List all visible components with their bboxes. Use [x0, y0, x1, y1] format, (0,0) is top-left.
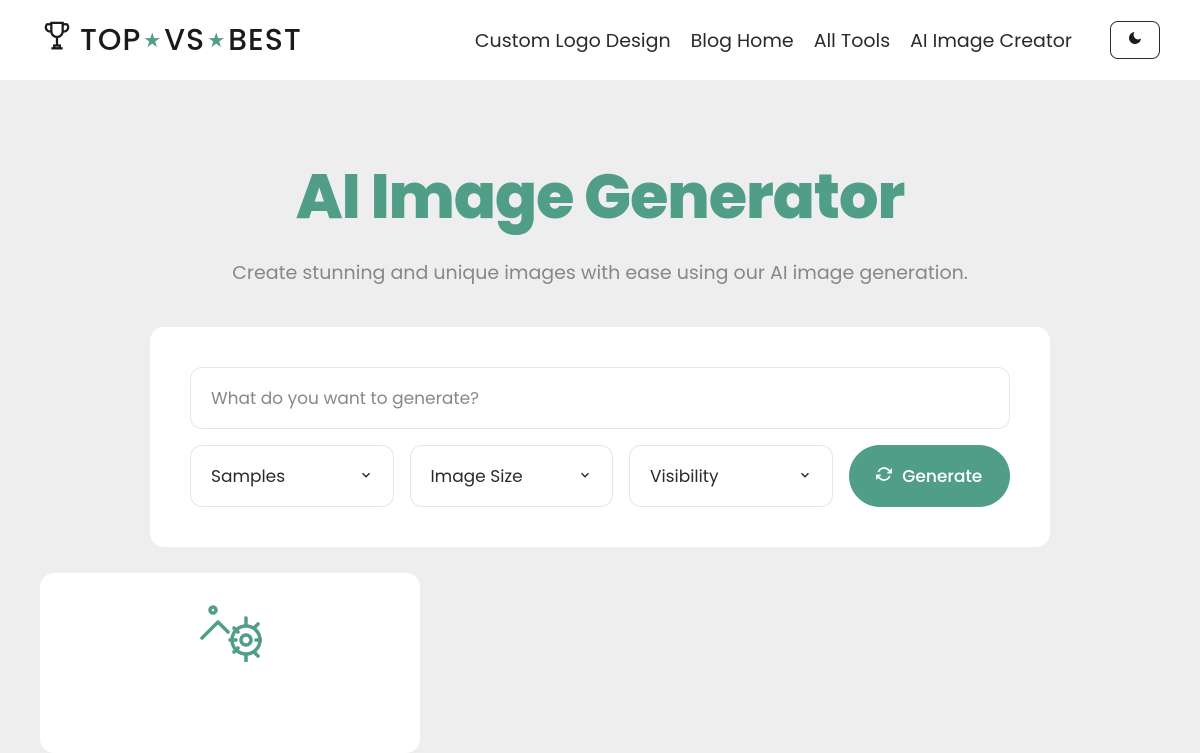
select-label: Samples	[211, 463, 285, 489]
feature-card	[40, 573, 420, 753]
select-label: Visibility	[650, 463, 719, 489]
select-label: Image Size	[431, 463, 523, 489]
chevron-down-icon	[359, 463, 373, 489]
page-subtitle: Create stunning and unique images with e…	[0, 258, 1200, 287]
chevron-down-icon	[578, 463, 592, 489]
nav-all-tools[interactable]: All Tools	[814, 26, 890, 55]
star-icon: ★	[143, 25, 162, 55]
site-logo[interactable]: TOP ★ VS ★ BEST	[40, 17, 302, 63]
refresh-icon	[876, 463, 892, 489]
page-title: AI Image Generator	[0, 150, 1200, 243]
generator-panel: Samples Image Size Visibility	[150, 327, 1050, 547]
hero-section: AI Image Generator Create stunning and u…	[0, 80, 1200, 327]
prompt-input[interactable]	[190, 367, 1010, 429]
nav-blog-home[interactable]: Blog Home	[691, 26, 794, 55]
generator-panel-wrap: Samples Image Size Visibility	[0, 327, 1200, 547]
controls-row: Samples Image Size Visibility	[190, 445, 1010, 507]
visibility-select[interactable]: Visibility	[629, 445, 833, 507]
generate-button[interactable]: Generate	[849, 445, 1011, 507]
generate-button-label: Generate	[902, 463, 982, 489]
chevron-down-icon	[798, 463, 812, 489]
star-icon: ★	[207, 25, 226, 55]
logo-text: TOP ★ VS ★ BEST	[80, 17, 302, 63]
site-header: TOP ★ VS ★ BEST Custom Logo Design Blog …	[0, 0, 1200, 80]
image-gear-icon	[198, 598, 262, 669]
nav-ai-image-creator[interactable]: AI Image Creator	[910, 26, 1072, 55]
image-size-select[interactable]: Image Size	[410, 445, 614, 507]
moon-icon	[1127, 30, 1143, 51]
main-nav: Custom Logo Design Blog Home All Tools A…	[475, 21, 1160, 59]
trophy-icon	[40, 18, 74, 63]
samples-select[interactable]: Samples	[190, 445, 394, 507]
nav-custom-logo-design[interactable]: Custom Logo Design	[475, 26, 671, 55]
theme-toggle-button[interactable]	[1110, 21, 1160, 59]
